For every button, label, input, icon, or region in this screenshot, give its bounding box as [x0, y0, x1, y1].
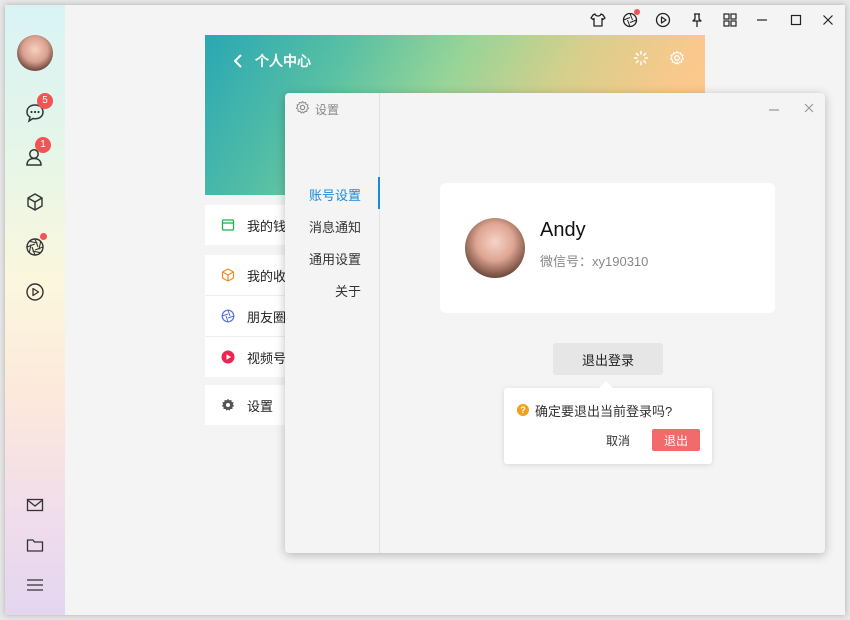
- play-circle-icon: [221, 350, 235, 364]
- cube-icon[interactable]: [23, 190, 47, 214]
- menu-item-label: 设置: [247, 398, 274, 414]
- mail-icon[interactable]: [23, 493, 47, 517]
- menu-item-label: 朋友圈: [247, 309, 287, 325]
- maximize-icon[interactable]: [787, 11, 805, 29]
- active-tab-indicator: [378, 177, 380, 209]
- pin-icon[interactable]: [688, 11, 706, 29]
- close-icon[interactable]: [819, 11, 837, 29]
- features-card: 我的收 朋友圈 视频号: [205, 255, 295, 377]
- avatar: [465, 218, 525, 278]
- menu-item-settings[interactable]: 设置: [205, 385, 295, 425]
- tab-general-settings[interactable]: 通用设置: [309, 249, 361, 268]
- wallet-icon: [221, 218, 235, 232]
- menu-item-label: 视频号: [247, 350, 287, 366]
- main-window: 5 1 个人中心 我的钱 我的收 朋友圈 视频号 设置 设置 账号设置 消息通知…: [5, 5, 845, 615]
- cancel-button[interactable]: 取消: [600, 429, 636, 451]
- confirm-logout-button[interactable]: 退出: [652, 429, 700, 451]
- grid-icon[interactable]: [721, 11, 739, 29]
- menu-icon[interactable]: [23, 573, 47, 597]
- account-name: Andy: [540, 219, 586, 241]
- settings-dialog: 设置 账号设置 消息通知 通用设置 关于 Andy 微信号：xy190310 退…: [285, 93, 825, 553]
- wallet-card: 我的钱: [205, 205, 295, 245]
- close-icon[interactable]: [803, 102, 815, 114]
- notification-dot: [634, 9, 640, 15]
- popover-arrow: [598, 380, 614, 396]
- menu-item-wallet[interactable]: 我的钱: [205, 205, 295, 245]
- settings-card: 设置: [205, 385, 295, 425]
- account-card: Andy 微信号：xy190310: [440, 183, 775, 313]
- settings-nav: 账号设置 消息通知 通用设置 关于: [285, 93, 380, 553]
- aperture-icon[interactable]: [23, 233, 47, 259]
- sidebar: 5 1: [5, 5, 65, 615]
- confirm-message: 确定要退出当前登录吗?: [535, 404, 673, 419]
- aperture-icon: [221, 309, 235, 323]
- menu-item-moments[interactable]: 朋友圈: [205, 296, 295, 336]
- gear-icon: [221, 398, 235, 412]
- menu-item-channels[interactable]: 视频号: [205, 337, 295, 377]
- shirt-icon[interactable]: [589, 11, 607, 29]
- chat-icon[interactable]: 5: [23, 93, 53, 125]
- cube-icon: [221, 268, 235, 282]
- play-circle-icon[interactable]: [23, 280, 47, 304]
- tab-account-settings[interactable]: 账号设置: [309, 185, 361, 204]
- back-icon[interactable]: [231, 53, 245, 69]
- gear-icon[interactable]: [669, 50, 685, 66]
- page-title: 个人中心: [255, 53, 311, 69]
- logout-confirm-popover: ? 确定要退出当前登录吗? 取消 退出: [504, 380, 712, 464]
- menu-item-label: 我的钱: [247, 218, 287, 234]
- tab-notifications[interactable]: 消息通知: [309, 217, 361, 236]
- tab-about[interactable]: 关于: [335, 281, 361, 300]
- contacts-icon[interactable]: 1: [23, 137, 51, 169]
- menu-item-favorites[interactable]: 我的收: [205, 255, 295, 295]
- warning-icon: ?: [517, 404, 529, 416]
- logout-button[interactable]: 退出登录: [553, 343, 663, 375]
- avatar[interactable]: [17, 35, 53, 71]
- notification-dot: [40, 233, 47, 240]
- minimize-icon[interactable]: [768, 105, 780, 115]
- menu-item-label: 我的收: [247, 268, 287, 284]
- loading-icon[interactable]: [633, 50, 649, 66]
- play-circle-icon[interactable]: [654, 11, 672, 29]
- wechat-id: 微信号：xy190310: [540, 254, 649, 269]
- chat-badge: 5: [37, 93, 53, 109]
- contacts-badge: 1: [35, 137, 51, 153]
- aperture-icon[interactable]: [621, 9, 640, 29]
- folder-icon[interactable]: [23, 533, 47, 557]
- minimize-icon[interactable]: [753, 11, 771, 29]
